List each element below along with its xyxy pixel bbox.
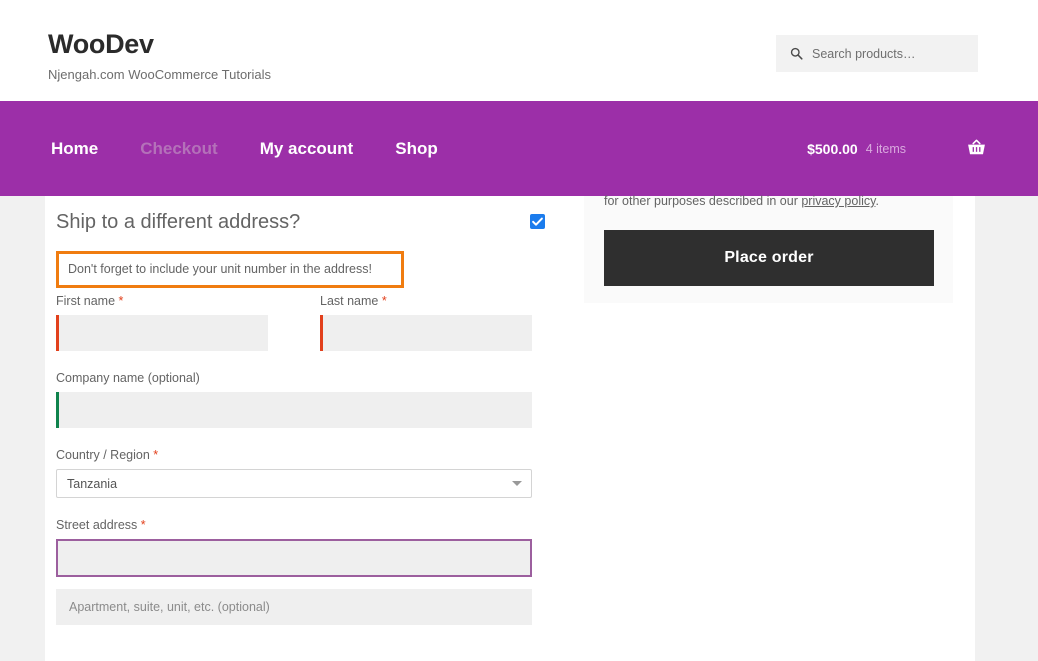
first-name-label: First name * (56, 294, 268, 309)
address-line-2-field-group (56, 589, 532, 625)
country-selected-value: Tanzania (67, 476, 118, 491)
privacy-text-suffix: . (875, 194, 879, 208)
required-marker: * (153, 448, 159, 462)
cart-total-amount: $500.00 (807, 140, 858, 157)
privacy-policy-text: for other purposes described in our priv… (604, 192, 944, 210)
last-name-label: Last name * (320, 294, 532, 309)
site-title: WooDev (48, 29, 154, 59)
cart-item-count: 4 items (865, 141, 906, 156)
country-select-wrap: Tanzania (56, 469, 532, 498)
country-select[interactable]: Tanzania (56, 469, 532, 498)
address-line-2-input[interactable] (56, 589, 532, 625)
content-area: Ship to a different address? Don't forge… (45, 194, 975, 661)
street-address-field-group: Street address * (56, 518, 532, 577)
site-tagline: Njengah.com WooCommerce Tutorials (48, 66, 272, 82)
first-name-field-group: First name * (56, 294, 268, 351)
street-address-label: Street address * (56, 518, 532, 533)
site-branding[interactable]: WooDev Njengah.com WooCommerce Tutorials (48, 29, 272, 82)
last-name-label-text: Last name (320, 294, 379, 308)
country-field-group: Country / Region * Tanzania (56, 448, 532, 498)
checkout-page: WooDev Njengah.com WooCommerce Tutorials… (0, 0, 1038, 661)
checkmark-icon (532, 217, 543, 226)
company-name-field-group: Company name (optional) (56, 371, 532, 428)
company-name-input[interactable] (56, 392, 532, 428)
required-marker: * (381, 294, 387, 308)
street-address-input[interactable] (56, 539, 532, 577)
form-heading-row: Ship to a different address? (56, 208, 556, 248)
nav-link-list: Home Checkout My account Shop (51, 101, 480, 196)
nav-item-home[interactable]: Home (51, 139, 98, 159)
country-label-text: Country / Region (56, 448, 150, 462)
site-header: WooDev Njengah.com WooCommerce Tutorials… (0, 0, 1038, 101)
place-order-button[interactable]: Place order (604, 230, 934, 286)
nav-item-checkout[interactable]: Checkout (140, 139, 217, 159)
first-name-label-text: First name (56, 294, 116, 308)
primary-navigation: Home Checkout My account Shop $500.00 4 … (0, 101, 1038, 196)
last-name-field-group: Last name * (320, 294, 532, 351)
order-review-panel: for other purposes described in our priv… (584, 194, 953, 303)
address-notice-text: Don't forget to include your unit number… (68, 262, 372, 276)
nav-item-shop[interactable]: Shop (395, 139, 438, 159)
cart-summary[interactable]: $500.00 4 items (807, 101, 987, 196)
street-address-label-text: Street address (56, 518, 138, 532)
first-name-input[interactable] (56, 315, 268, 351)
privacy-policy-link[interactable]: privacy policy (801, 194, 875, 208)
shopping-basket-icon[interactable] (966, 138, 987, 159)
nav-item-my-account[interactable]: My account (260, 139, 354, 159)
last-name-input[interactable] (320, 315, 532, 351)
required-marker: * (118, 294, 124, 308)
name-field-row: First name * Last name * (56, 294, 556, 351)
search-icon (790, 47, 803, 60)
company-name-label: Company name (optional) (56, 371, 200, 385)
page-title: Ship to a different address? (56, 211, 301, 233)
chevron-down-icon[interactable] (512, 481, 522, 486)
product-search-field[interactable]: Search products… (776, 35, 978, 72)
ship-to-different-address-checkbox[interactable] (530, 214, 545, 229)
required-marker: * (140, 518, 146, 532)
search-placeholder-text: Search products… (812, 46, 916, 61)
address-notice: Don't forget to include your unit number… (56, 251, 404, 288)
privacy-text-prefix: for other purposes described in our (604, 194, 802, 208)
country-label: Country / Region * (56, 448, 532, 463)
shipping-address-form: Ship to a different address? Don't forge… (56, 196, 556, 625)
